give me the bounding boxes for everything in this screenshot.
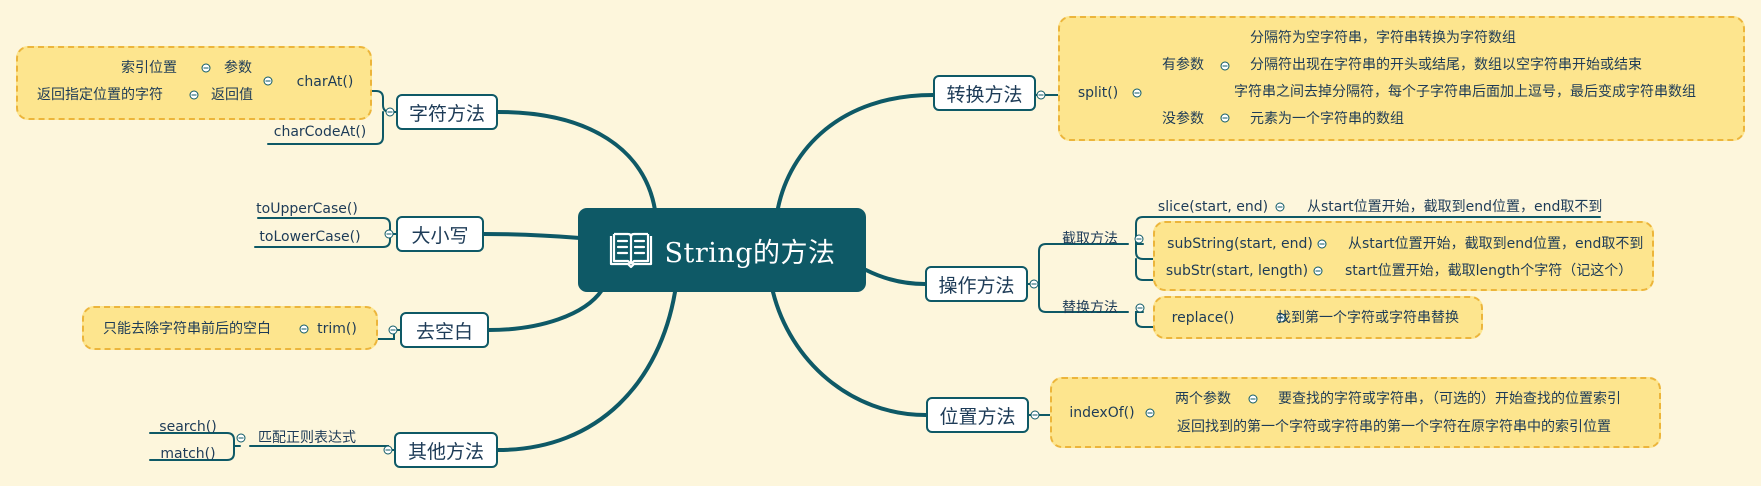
collapse-toggle-two-params[interactable] [1248, 394, 1258, 404]
replace-label[interactable]: replace() [1172, 310, 1235, 326]
collapse-toggle-trim[interactable] [388, 325, 398, 335]
collapse-toggle-split[interactable] [1132, 88, 1142, 98]
regex-group-label[interactable]: 匹配正则表达式 [258, 430, 356, 446]
topic-position-methods[interactable]: 位置方法 [926, 397, 1029, 433]
collapse-toggle-substring[interactable] [1317, 239, 1327, 249]
charat-label[interactable]: charAt() [297, 74, 354, 90]
search-label[interactable]: search() [159, 419, 216, 435]
collapse-toggle-operate[interactable] [1029, 279, 1039, 289]
central-title: String的方法 [664, 237, 836, 269]
branch-line-other [496, 290, 677, 452]
slice-label[interactable]: slice(start, end) [1158, 199, 1268, 215]
branch-line-convert [776, 93, 935, 210]
trim-desc-label[interactable]: 只能去除字符串前后的空白 [103, 321, 271, 337]
substr-label[interactable]: subStr(start, length) [1166, 263, 1308, 279]
substring-label[interactable]: subString(start, end) [1167, 236, 1313, 252]
no-param-label[interactable]: 没参数 [1162, 111, 1204, 127]
collapse-toggle-substr[interactable] [1313, 266, 1323, 276]
collapse-toggle-trim-method[interactable] [299, 324, 309, 334]
indexof-return-desc[interactable]: 返回找到的第一个字符或字符串的第一个字符在原字符串中的索引位置 [1177, 419, 1611, 435]
return-label[interactable]: 返回值 [211, 87, 253, 103]
collapse-toggle-case[interactable] [384, 229, 394, 239]
param-label[interactable]: 参数 [224, 60, 252, 76]
slice-desc[interactable]: 从start位置开始，截取到end位置，end取不到 [1307, 199, 1602, 215]
touppercase-label[interactable]: toUpperCase() [256, 201, 358, 217]
topic-convert-methods[interactable]: 转换方法 [933, 75, 1036, 111]
collapse-toggle-with-param[interactable] [1220, 61, 1230, 71]
collapse-toggle-cut[interactable] [1134, 234, 1144, 244]
collapse-toggle-replace-group[interactable] [1135, 303, 1145, 313]
trim-method-label[interactable]: trim() [317, 321, 357, 337]
branch-line-trim [487, 288, 604, 332]
split-edge-desc[interactable]: 分隔符出现在字符串的开头或结尾，数组以空字符串开始或结束 [1250, 57, 1642, 73]
mind-map-canvas: String的方法 字符方法 大小写 去空白 其他方法 转换方法 操作方法 位置… [0, 0, 1761, 486]
branch-line-operate [864, 268, 927, 286]
branch-line-position [771, 290, 928, 417]
branch-line-char [496, 110, 657, 212]
operate-substring-boundary [1153, 221, 1654, 291]
no-param-desc[interactable]: 元素为一个字符串的数组 [1250, 111, 1404, 127]
split-between-desc[interactable]: 字符串之间去掉分隔符，每个子字符串后面加上逗号，最后变成字符串数组 [1234, 84, 1696, 100]
collapse-toggle-other[interactable] [383, 445, 393, 455]
replace-methods-label[interactable]: 替换方法 [1062, 300, 1118, 316]
param-value-label[interactable]: 索引位置 [121, 60, 177, 76]
branch-line-case [482, 232, 582, 240]
tolowercase-label[interactable]: toLowerCase() [259, 229, 360, 245]
topic-other-methods[interactable]: 其他方法 [394, 432, 498, 468]
collapse-toggle-param[interactable] [201, 63, 211, 73]
substr-desc[interactable]: start位置开始，截取length个字符（记这个） [1345, 263, 1632, 279]
collapse-toggle-charat[interactable] [263, 76, 273, 86]
topic-case[interactable]: 大小写 [396, 216, 484, 252]
two-params-desc[interactable]: 要查找的字符或字符串，（可选的）开始查找的位置索引 [1278, 391, 1621, 407]
cut-methods-label[interactable]: 截取方法 [1062, 231, 1118, 247]
return-value-label[interactable]: 返回指定位置的字符 [37, 87, 163, 103]
collapse-toggle-slice[interactable] [1275, 202, 1285, 212]
two-params-label[interactable]: 两个参数 [1175, 391, 1231, 407]
collapse-toggle-position[interactable] [1030, 410, 1040, 420]
collapse-toggle-return[interactable] [189, 90, 199, 100]
split-empty-desc[interactable]: 分隔符为空字符串，字符串转换为字符数组 [1250, 30, 1516, 46]
charcodeat-label[interactable]: charCodeAt() [274, 124, 367, 140]
topic-char-methods[interactable]: 字符方法 [396, 94, 498, 130]
split-label[interactable]: split() [1078, 85, 1118, 101]
collapse-toggle-no-param[interactable] [1220, 113, 1230, 123]
collapse-toggle-char[interactable] [385, 107, 395, 117]
topic-operate-methods[interactable]: 操作方法 [925, 266, 1028, 302]
collapse-toggle-indexof[interactable] [1145, 408, 1155, 418]
indexof-label[interactable]: indexOf() [1069, 405, 1134, 421]
collapse-toggle-convert[interactable] [1036, 90, 1046, 100]
collapse-toggle-regex[interactable] [236, 433, 246, 443]
book-icon [610, 232, 653, 269]
central-topic[interactable]: String的方法 [578, 208, 866, 292]
substring-desc[interactable]: 从start位置开始，截取到end位置，end取不到 [1348, 236, 1643, 252]
position-boundary [1050, 377, 1661, 448]
match-label[interactable]: match() [160, 446, 215, 462]
replace-desc[interactable]: 找到第一个字符或字符串替换 [1277, 310, 1459, 326]
with-param-label[interactable]: 有参数 [1162, 57, 1204, 73]
topic-trim[interactable]: 去空白 [400, 312, 489, 348]
